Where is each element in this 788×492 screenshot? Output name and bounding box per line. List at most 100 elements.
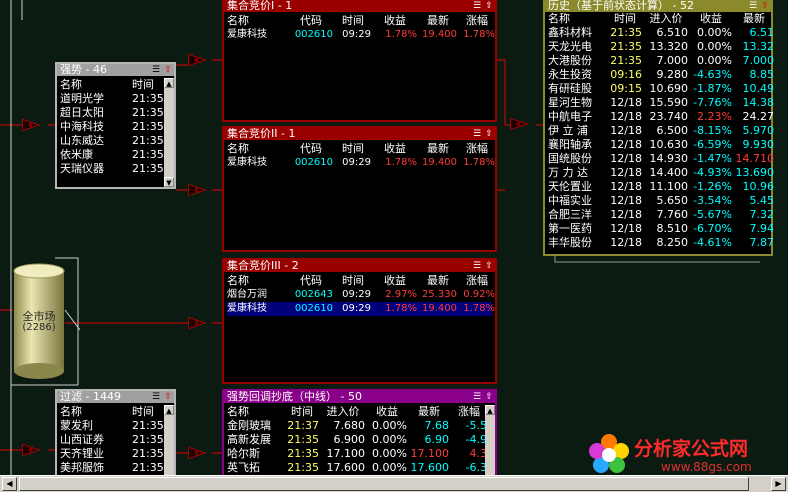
table-row[interactable]: 高新发展 21:35 6.900 0.00% 6.90 -4.9 [227, 433, 487, 447]
stock-name: 天瑞仪器 [60, 162, 104, 175]
table-row[interactable]: 中航电子 12/18 23.740 2.23% 24.27 [548, 110, 774, 124]
match-time: 09:29 [342, 157, 371, 168]
filter-node-icon[interactable]: Φ [22, 117, 40, 133]
table-row[interactable]: 丰华股份 12/18 8.250 -4.61% 7.87 [548, 236, 774, 250]
table-row[interactable]: 天龙光电 21:35 13.320 0.00% 13.32 [548, 40, 774, 54]
filter-menu-icon[interactable]: ☰ [472, 1, 482, 11]
filter-menu-icon[interactable]: ☰ [472, 261, 482, 271]
stock-name: 鑫科材料 [548, 26, 592, 39]
entry-price: 9.280 [656, 68, 689, 81]
filter-menu-icon[interactable]: ☰ [151, 65, 161, 75]
filter-menu-icon[interactable]: ☰ [748, 1, 758, 11]
table-row[interactable]: 爱康科技 002610 09:29 1.78% 19.400 1.78% [227, 302, 495, 316]
pin-icon[interactable]: ⇧ [163, 65, 173, 75]
table-row[interactable]: 万 力 达 12/18 14.400 -4.93% 13.690 [548, 166, 774, 180]
table-row[interactable]: 星河生物 12/18 15.590 -7.76% 14.38 [548, 96, 774, 110]
list-item[interactable]: 美邦服饰 21:35 [60, 461, 164, 475]
scroll-down-icon[interactable]: ▼ [164, 177, 174, 187]
table-row[interactable]: 永生投资 09:16 9.280 -4.63% 8.85 [548, 68, 774, 82]
list-item[interactable]: 天瑞仪器 21:35 [60, 162, 164, 176]
table-row[interactable]: 第一医药 12/18 8.510 -6.70% 7.94 [548, 222, 774, 236]
entry-price: 7.760 [656, 208, 689, 221]
pin-icon[interactable]: ⇧ [163, 392, 173, 402]
entry-time: 21:35 [610, 40, 642, 53]
filter-menu-icon[interactable]: ☰ [472, 392, 482, 402]
list-item[interactable]: 超日太阳 21:35 [60, 106, 164, 120]
auction3-panel[interactable]: 集合竞价III - 2 ☰ ⇧ 名称 代码 时间 收益 最新 涨幅 烟台万润 002643 09… [222, 258, 497, 384]
scroll-up-icon[interactable]: ▲ [164, 405, 174, 415]
horizontal-scrollbar[interactable]: ◀ ▶ [0, 475, 788, 492]
entry-time: 12/18 [610, 166, 642, 179]
entry-price: 14.930 [649, 152, 689, 165]
stock-name: 爱康科技 [227, 157, 267, 168]
scroll-left-icon[interactable]: ◀ [2, 477, 17, 491]
scroll-thumb[interactable] [19, 477, 749, 491]
filter-menu-icon[interactable]: ☰ [472, 129, 482, 139]
list-item[interactable]: 依米康 21:35 [60, 148, 164, 162]
list-item[interactable]: 天齐锂业 21:35 [60, 447, 164, 461]
filter-panel[interactable]: 过滤 - 1449 ☰ ⇧ 名称 时间 蒙发利 21:35 山西证券 21:35 天齐锂… [55, 389, 176, 477]
last-price: 19.400 [422, 303, 457, 314]
pullback-panel[interactable]: 强势回调抄底（中线） - 50 ☰ ⇧ 名称 时间 进入价 收益 最新 涨幅 金刚玻璃 21:… [222, 389, 497, 477]
auction1-panel[interactable]: 集合竞价I - 1 ☰ ⇧ 名称 代码 时间 收益 最新 涨幅 爱康科技 002610 09:2… [222, 0, 497, 122]
scroll-up-icon[interactable]: ▲ [485, 405, 495, 415]
table-row[interactable]: 爱康科技 002610 09:29 1.78% 19.400 1.78% [227, 28, 495, 42]
table-row[interactable]: 哈尔斯 21:35 17.100 0.00% 17.100 4.3 [227, 447, 487, 461]
table-row[interactable]: 大港股份 21:35 7.000 0.00% 7.000 [548, 54, 774, 68]
pin-icon[interactable]: ⇧ [760, 1, 770, 11]
scroll-up-icon[interactable]: ▲ [164, 78, 174, 88]
filter-node-icon[interactable]: Φ [510, 116, 528, 132]
strong-panel[interactable]: 强势 - 46 ☰ ⇧ 名称 时间 道明光学 21:35 超日太阳 21:35 中海科技… [55, 62, 176, 189]
scroll-right-icon[interactable]: ▶ [771, 477, 786, 491]
auction2-panel[interactable]: 集合竞价II - 1 ☰ ⇧ 名称 代码 时间 收益 最新 涨幅 爱康科技 002610 09:… [222, 126, 497, 252]
list-item[interactable]: 蒙发利 21:35 [60, 419, 164, 433]
return-pct: 1.78% [385, 303, 417, 314]
pin-icon[interactable]: ⇧ [484, 1, 494, 11]
pin-icon[interactable]: ⇧ [484, 261, 494, 271]
pin-icon[interactable]: ⇧ [484, 129, 494, 139]
table-row[interactable]: 国统股份 12/18 14.930 -1.47% 14.710 [548, 152, 774, 166]
table-row[interactable]: 伊 立 浦 12/18 6.500 -8.15% 5.970 [548, 124, 774, 138]
stock-name: 中海科技 [60, 120, 104, 133]
filter-node-icon[interactable]: Φ [22, 442, 40, 458]
filter-node-icon[interactable]: Φ [188, 52, 206, 68]
return-pct: 0.00% [372, 419, 407, 432]
filter-node-icon[interactable]: Φ [188, 445, 206, 461]
list-item[interactable]: 山西证券 21:35 [60, 433, 164, 447]
list-item[interactable]: 山东威达 21:35 [60, 134, 164, 148]
filter-menu-icon[interactable]: ☰ [151, 392, 161, 402]
column-header: 涨幅 [466, 14, 488, 27]
filter-scrollbar[interactable]: ▲ [164, 405, 174, 475]
strong-scrollbar[interactable]: ▲ ▼ [164, 78, 174, 187]
column-header: 名称 [227, 405, 249, 418]
pin-icon[interactable]: ⇧ [484, 392, 494, 402]
table-row[interactable]: 英飞拓 21:35 17.600 0.00% 17.600 -6.3 [227, 461, 487, 475]
table-row[interactable]: 有研硅股 09:15 10.690 -1.87% 10.49 [548, 82, 774, 96]
table-row[interactable]: 烟台万润 002643 09:29 2.97% 25.330 0.92% [227, 288, 495, 302]
table-row[interactable]: 爱康科技 002610 09:29 1.78% 19.400 1.78% [227, 156, 495, 170]
entry-time: 09:15 [610, 82, 642, 95]
return-pct: -1.47% [693, 152, 732, 165]
table-row[interactable]: 襄阳轴承 12/18 10.630 -6.59% 9.930 [548, 138, 774, 152]
stock-name: 高新发展 [227, 433, 271, 446]
all-market-node[interactable]: 全市场 (2286) [13, 263, 65, 381]
list-item[interactable]: 中海科技 21:35 [60, 120, 164, 134]
entry-time: 12/18 [610, 180, 642, 193]
list-item[interactable]: 道明光学 21:35 [60, 92, 164, 106]
history-panel[interactable]: 历史（基于前状态计算） - 52 ☰ ⇧ 名称 时间 进入价 收益 最新 鑫科材料 21:3… [543, 0, 774, 256]
entry-price: 14.400 [649, 166, 689, 179]
entry-price: 6.900 [333, 433, 366, 446]
filter-node-icon[interactable]: Φ [188, 182, 206, 198]
pullback-scrollbar[interactable]: ▲ [485, 405, 495, 475]
table-row[interactable]: 鑫科材料 21:35 6.510 0.00% 6.51 [548, 26, 774, 40]
table-row[interactable]: 天伦置业 12/18 11.100 -1.26% 10.96 [548, 180, 774, 194]
table-row[interactable]: 合肥三洋 12/18 7.760 -5.67% 7.32 [548, 208, 774, 222]
stock-name: 山西证券 [60, 433, 104, 446]
table-row[interactable]: 中福实业 12/18 5.650 -3.54% 5.45 [548, 194, 774, 208]
svg-text:Φ: Φ [194, 321, 199, 327]
return-pct: -6.59% [693, 138, 732, 151]
filter-node-icon[interactable]: Φ [188, 315, 206, 331]
column-header: 最新 [427, 274, 449, 287]
table-row[interactable]: 金刚玻璃 21:37 7.680 0.00% 7.68 -5.5 [227, 419, 487, 433]
stock-name: 丰华股份 [548, 236, 592, 249]
